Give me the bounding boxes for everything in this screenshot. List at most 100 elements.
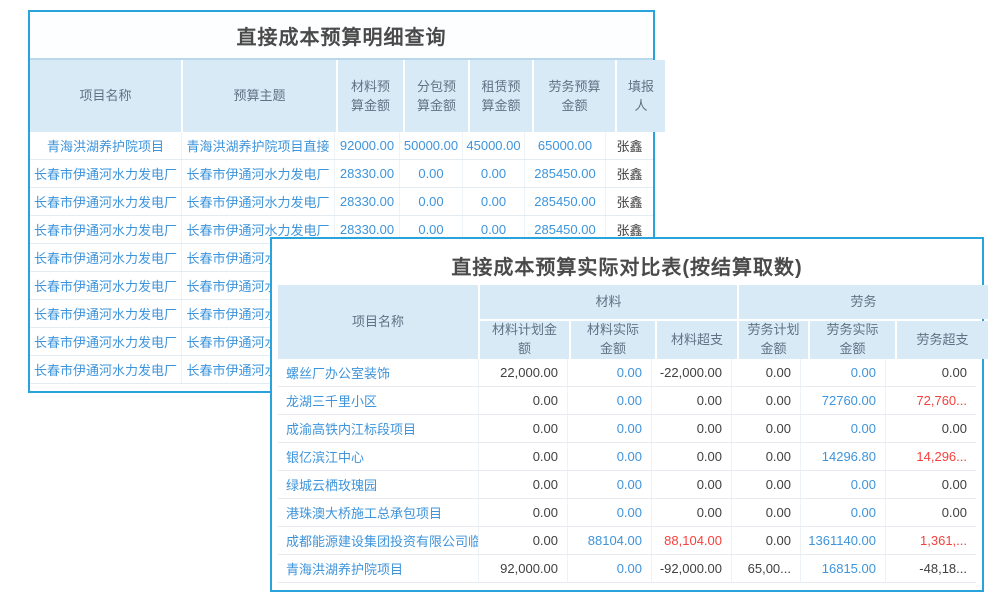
table-cell: -22,000.00: [651, 359, 731, 386]
table-cell: 0.00: [651, 443, 731, 470]
table-row[interactable]: 港珠澳大桥施工总承包项目0.000.000.000.000.000.00: [278, 499, 976, 527]
screen: 直接成本预算明细查询 项目名称 预算主题 材料预算金额 分包预算金额 租赁预算金…: [0, 0, 1000, 600]
table-cell: 0.00: [478, 443, 567, 470]
table-cell: 14,296...: [885, 443, 976, 470]
table-cell: 72760.00: [800, 387, 885, 414]
cell-project-name[interactable]: 长春市伊通河水力发电厂: [30, 244, 181, 271]
table-cell: 88,104.00: [651, 527, 731, 554]
table-row[interactable]: 螺丝厂办公室装饰22,000.000.00-22,000.000.000.000…: [278, 359, 976, 387]
table-cell: 张鑫: [605, 132, 653, 159]
table-cell: 0.00: [731, 415, 800, 442]
table-cell: 0.00: [462, 160, 524, 187]
table-cell: 0.00: [478, 499, 567, 526]
table-cell: 0.00: [478, 527, 567, 554]
cell-project-name[interactable]: 长春市伊通河水力发电厂: [30, 328, 181, 355]
table-cell: 0.00: [478, 387, 567, 414]
table-cell: 72,760...: [885, 387, 976, 414]
budget-detail-title: 直接成本预算明细查询: [30, 12, 653, 58]
table-cell: 0.00: [567, 555, 651, 582]
table-cell: 16815.00: [800, 555, 885, 582]
cell-project-name[interactable]: 长春市伊通河水力发电厂: [30, 160, 181, 187]
table-cell: 88104.00: [567, 527, 651, 554]
cell-project-name[interactable]: 成渝高铁内江标段项目: [278, 415, 478, 442]
column-header-reporter: 填报人: [617, 60, 665, 132]
table-row[interactable]: 绿城云栖玫瑰园0.000.000.000.000.000.00: [278, 471, 976, 499]
table-row[interactable]: 银亿滨江中心0.000.000.000.0014296.8014,296...: [278, 443, 976, 471]
table-cell: 0.00: [478, 471, 567, 498]
column-header-material-budget: 材料预算金额: [338, 60, 403, 132]
comparison-title: 直接成本预算实际对比表(按结算取数): [278, 245, 976, 285]
column-header-project-name: 项目名称: [278, 285, 478, 359]
cell-project-name[interactable]: 青海洪湖养护院项目: [278, 555, 478, 582]
table-cell: -48,18...: [885, 555, 976, 582]
table-cell: 28330.00: [334, 160, 399, 187]
table-row[interactable]: 成渝高铁内江标段项目0.000.000.000.000.000.00: [278, 415, 976, 443]
table-cell: 0.00: [567, 415, 651, 442]
column-header-budget-subject: 预算主题: [183, 60, 336, 132]
column-header-labor-overspend: 劳务超支: [897, 321, 988, 359]
table-row[interactable]: 青海洪湖养护院项目92,000.000.00-92,000.0065,00...…: [278, 555, 976, 583]
table-cell: 长春市伊通河水力发电厂: [181, 160, 334, 187]
table-cell: 0.00: [567, 499, 651, 526]
cell-project-name[interactable]: 长春市伊通河水力发电厂: [30, 216, 181, 243]
table-cell: -92,000.00: [651, 555, 731, 582]
cell-project-name[interactable]: 长春市伊通河水力发电厂: [30, 188, 181, 215]
table-cell: 45000.00: [462, 132, 524, 159]
table-row[interactable]: 龙湖三千里小区0.000.000.000.0072760.0072,760...: [278, 387, 976, 415]
table-cell: 0.00: [800, 415, 885, 442]
table-cell: 65,00...: [731, 555, 800, 582]
cell-project-name[interactable]: 银亿滨江中心: [278, 443, 478, 470]
table-cell: 22,000.00: [478, 359, 567, 386]
table-cell: 0.00: [800, 499, 885, 526]
column-header-material-planned: 材料计划金额: [480, 321, 569, 359]
table-cell: 0.00: [399, 160, 462, 187]
table-cell: 285450.00: [524, 160, 605, 187]
cell-project-name[interactable]: 绿城云栖玫瑰园: [278, 471, 478, 498]
table-cell: 0.00: [731, 359, 800, 386]
table-cell: 50000.00: [399, 132, 462, 159]
table-cell: 0.00: [567, 471, 651, 498]
table-cell: 0.00: [800, 471, 885, 498]
table-cell: 张鑫: [605, 188, 653, 215]
table-cell: 0.00: [731, 499, 800, 526]
table-cell: 0.00: [651, 499, 731, 526]
cell-project-name[interactable]: 成都能源建设集团投资有限公司临时: [278, 527, 478, 554]
column-header-material-actual: 材料实际金额: [571, 321, 655, 359]
table-cell: 0.00: [567, 443, 651, 470]
table-cell: 长春市伊通河水力发电厂: [181, 188, 334, 215]
table-cell: 285450.00: [524, 188, 605, 215]
cell-project-name[interactable]: 龙湖三千里小区: [278, 387, 478, 414]
table-row[interactable]: 成都能源建设集团投资有限公司临时0.0088104.0088,104.000.0…: [278, 527, 976, 555]
table-cell: 0.00: [651, 387, 731, 414]
cell-project-name[interactable]: 港珠澳大桥施工总承包项目: [278, 499, 478, 526]
column-header-labor-actual: 劳务实际金额: [810, 321, 895, 359]
comparison-header: 项目名称 材料 劳务 材料计划金额 材料实际金额 材料超支 劳务计划金额 劳务实…: [278, 285, 976, 359]
cell-project-name[interactable]: 青海洪湖养护院项目: [30, 132, 181, 159]
table-row[interactable]: 青海洪湖养护院项目青海洪湖养护院项目直接92000.0050000.004500…: [30, 132, 653, 160]
table-cell: 0.00: [651, 415, 731, 442]
table-cell: 65000.00: [524, 132, 605, 159]
table-cell: 0.00: [885, 415, 976, 442]
column-header-project-name: 项目名称: [30, 60, 181, 132]
table-cell: 1361140.00: [800, 527, 885, 554]
table-cell: 张鑫: [605, 160, 653, 187]
column-header-labor-budget: 劳务预算金额: [534, 60, 615, 132]
table-cell: 0.00: [885, 471, 976, 498]
table-cell: 0.00: [567, 359, 651, 386]
comparison-table-body: 螺丝厂办公室装饰22,000.000.00-22,000.000.000.000…: [278, 359, 976, 583]
budget-detail-header-row: 项目名称 预算主题 材料预算金额 分包预算金额 租赁预算金额 劳务预算金额 填报…: [30, 58, 653, 132]
table-row[interactable]: 长春市伊通河水力发电厂长春市伊通河水力发电厂28330.000.000.0028…: [30, 160, 653, 188]
column-header-rental-budget: 租赁预算金额: [470, 60, 532, 132]
cell-project-name[interactable]: 长春市伊通河水力发电厂: [30, 300, 181, 327]
cell-project-name[interactable]: 长春市伊通河水力发电厂: [30, 356, 181, 383]
table-cell: 28330.00: [334, 188, 399, 215]
cell-project-name[interactable]: 螺丝厂办公室装饰: [278, 359, 478, 386]
column-group-labor: 劳务: [739, 285, 988, 319]
budget-actual-comparison-window: 直接成本预算实际对比表(按结算取数) 项目名称 材料 劳务 材料计划金额 材料实…: [270, 237, 984, 592]
table-cell: 0.00: [651, 471, 731, 498]
table-cell: 1,361,...: [885, 527, 976, 554]
cell-project-name[interactable]: 长春市伊通河水力发电厂: [30, 272, 181, 299]
table-cell: 0.00: [478, 415, 567, 442]
table-cell: 0.00: [731, 387, 800, 414]
table-row[interactable]: 长春市伊通河水力发电厂长春市伊通河水力发电厂28330.000.000.0028…: [30, 188, 653, 216]
